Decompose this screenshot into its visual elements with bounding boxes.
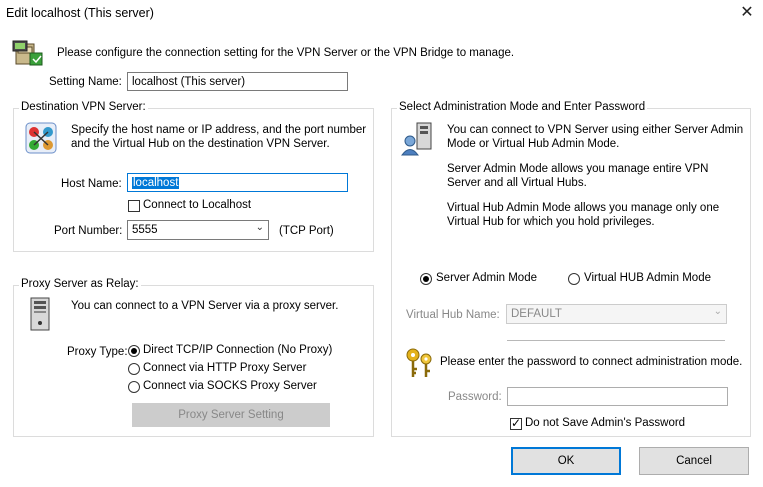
close-icon[interactable]: ✕: [736, 2, 758, 24]
admin-para-2: Server Admin Mode allows you manage enti…: [447, 162, 708, 190]
port-number-value: 5555: [132, 224, 158, 236]
setting-name-input[interactable]: localhost (This server): [127, 72, 348, 91]
network-icon: [25, 122, 57, 154]
hub-admin-mode-radio[interactable]: [568, 273, 580, 285]
admin-para-2-line1: Server Admin Mode allows you manage enti…: [447, 163, 709, 175]
proxy-type-label: Proxy Type:: [67, 346, 128, 358]
admin-divider: [507, 340, 725, 341]
keys-icon: [404, 347, 436, 379]
proxy-description: You can connect to a VPN Server via a pr…: [71, 300, 339, 312]
proxy-socks-radio[interactable]: [128, 381, 140, 393]
hub-name-label: Virtual Hub Name:: [406, 309, 500, 321]
proxy-direct-radio[interactable]: [128, 345, 140, 357]
ok-button[interactable]: OK: [511, 447, 621, 475]
cancel-button[interactable]: Cancel: [639, 447, 749, 475]
server-admin-mode-radio[interactable]: [420, 273, 432, 285]
admin-para-3: Virtual Hub Admin Mode allows you manage…: [447, 201, 719, 229]
proxy-direct-label[interactable]: Direct TCP/IP Connection (No Proxy): [143, 344, 332, 356]
no-save-password-checkbox[interactable]: [510, 416, 522, 430]
admin-para-1: You can connect to VPN Server using eith…: [447, 123, 743, 151]
proxy-setting-button[interactable]: Proxy Server Setting: [132, 403, 330, 427]
window-title: Edit localhost (This server): [6, 6, 154, 20]
vpn-server-manager-icon: [12, 38, 44, 68]
admin-para-3-line1: Virtual Hub Admin Mode allows you manage…: [447, 202, 720, 214]
proxy-http-label[interactable]: Connect via HTTP Proxy Server: [143, 362, 306, 374]
port-number-label: Port Number:: [54, 225, 123, 237]
admin-user-server-icon: [401, 122, 435, 156]
admin-para-3-line2: Virtual Hub for which you hold privilege…: [447, 216, 655, 228]
hub-name-value: DEFAULT: [511, 308, 562, 320]
hub-admin-mode-label[interactable]: Virtual HUB Admin Mode: [584, 272, 711, 284]
host-name-input[interactable]: localhost: [127, 173, 348, 192]
server-admin-mode-label[interactable]: Server Admin Mode: [436, 272, 537, 284]
hub-name-combo[interactable]: DEFAULT ⌄: [506, 304, 727, 324]
destination-description: Specify the host name or IP address, and…: [71, 123, 366, 151]
setting-name-label: Setting Name:: [49, 76, 122, 88]
no-save-password-label[interactable]: Do not Save Admin's Password: [525, 417, 685, 429]
host-name-label: Host Name:: [61, 178, 122, 190]
password-input[interactable]: [507, 387, 728, 406]
chevron-down-icon[interactable]: ⌄: [256, 221, 264, 235]
password-prompt: Please enter the password to connect adm…: [440, 356, 743, 368]
connect-localhost-label[interactable]: Connect to Localhost: [143, 199, 251, 211]
destination-legend: Destination VPN Server:: [19, 101, 148, 113]
proxy-legend: Proxy Server as Relay:: [19, 278, 141, 290]
chevron-down-icon[interactable]: ⌄: [714, 305, 722, 319]
destination-description-line1: Specify the host name or IP address, and…: [71, 124, 367, 136]
proxy-socks-label[interactable]: Connect via SOCKS Proxy Server: [143, 380, 317, 392]
password-label: Password:: [448, 391, 502, 403]
proxy-http-radio[interactable]: [128, 363, 140, 375]
intro-text: Please configure the connection setting …: [57, 47, 515, 59]
admin-para-2-line2: Server and all Virtual Hubs.: [447, 177, 587, 189]
admin-para-1-line1: You can connect to VPN Server using eith…: [447, 124, 744, 136]
connect-localhost-checkbox[interactable]: [128, 200, 140, 212]
destination-description-line2: and the Virtual Hub on the destination V…: [71, 138, 330, 150]
port-number-combo[interactable]: 5555 ⌄: [127, 220, 269, 240]
port-suffix: (TCP Port): [279, 225, 334, 237]
admin-para-1-line2: Mode or Virtual Hub Admin Mode.: [447, 138, 620, 150]
admin-legend: Select Administration Mode and Enter Pas…: [397, 101, 648, 113]
proxy-server-icon: [29, 297, 51, 331]
host-name-value: localhost: [132, 177, 180, 189]
